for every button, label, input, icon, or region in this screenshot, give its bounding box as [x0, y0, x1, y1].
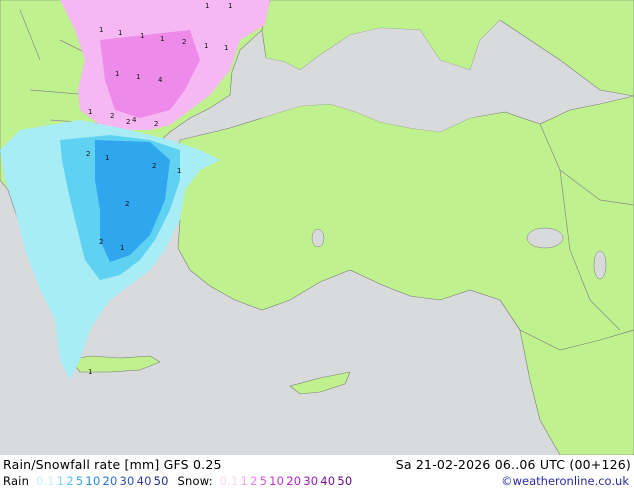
marker: 2 — [126, 118, 130, 126]
marker: 1 — [120, 244, 124, 252]
marker: 1 — [204, 42, 208, 50]
marker: 2 — [154, 120, 158, 128]
marker: 1 — [136, 73, 140, 81]
lake-van — [526, 227, 564, 249]
marker: 1 — [88, 368, 92, 376]
marker: 2 — [110, 112, 114, 120]
rain-label: Rain — [3, 474, 30, 488]
snow-label: Snow: — [177, 474, 213, 488]
forecast-map[interactable]: 1 1 1 1 1 2 1 1 1 1 1 4 2 2 4 2 1 2 1 2 … — [0, 0, 634, 455]
snow-level-1: 1 — [240, 474, 249, 488]
lake-tuz — [311, 228, 325, 248]
snow-level-8: 50 — [337, 474, 353, 488]
snow-level-7: 40 — [320, 474, 336, 488]
marker: 2 — [152, 162, 156, 170]
rain-level-1: 1 — [56, 474, 65, 488]
snow-level-2: 2 — [250, 474, 258, 488]
marker: 1 — [115, 70, 119, 78]
rain-level-7: 40 — [136, 474, 152, 488]
marker: 1 — [224, 44, 228, 52]
snow-level-4: 10 — [269, 474, 285, 488]
marker: 1 — [105, 154, 109, 162]
marker: 2 — [182, 38, 186, 46]
marker: 2 — [86, 150, 90, 158]
marker: 4 — [158, 76, 163, 84]
marker: 1 — [88, 108, 92, 116]
rain-level-4: 10 — [85, 474, 101, 488]
snow-level-5: 20 — [286, 474, 302, 488]
rain-level-6: 30 — [119, 474, 135, 488]
lake-urmia — [593, 250, 607, 280]
forecast-datetime: Sa 21-02-2026 06..06 UTC (00+126) — [395, 457, 631, 472]
marker: 2 — [125, 200, 129, 208]
land-cyprus — [289, 371, 351, 395]
marker: 1 — [228, 2, 232, 10]
snow-level-0: 0.1 — [219, 474, 239, 488]
marker: 1 — [118, 29, 122, 37]
map-canvas: 1 1 1 1 1 2 1 1 1 1 1 4 2 2 4 2 1 2 1 2 … — [0, 0, 634, 455]
rain-level-5: 20 — [102, 474, 118, 488]
marker: 1 — [177, 167, 181, 175]
rain-levels: 0.1 1 2 5 10 20 30 40 50 — [36, 474, 171, 488]
marker: 1 — [205, 2, 209, 10]
rain-level-8: 50 — [153, 474, 169, 488]
snow-level-3: 5 — [259, 474, 268, 488]
marker: 2 — [99, 238, 103, 246]
marker: 1 — [140, 32, 144, 40]
land-crete — [69, 355, 161, 373]
land-levant — [519, 329, 634, 455]
snow-level-6: 30 — [303, 474, 319, 488]
map-title: Rain/Snowfall rate [mm] GFS 0.25 — [3, 457, 222, 472]
rain-level-2: 2 — [66, 474, 74, 488]
rain-level-3: 5 — [75, 474, 84, 488]
snow-levels: 0.1 1 2 5 10 20 30 40 50 — [220, 474, 355, 488]
marker: 1 — [99, 26, 103, 34]
marker: 4 — [132, 116, 137, 124]
legend: Rain 0.1 1 2 5 10 20 30 40 50 Snow: 0.1 1 2 5 10 20 30… — [3, 474, 357, 488]
rain-level-0: 0.1 — [35, 474, 55, 488]
copyright-link[interactable]: ©weatheronline.co.uk — [501, 474, 629, 488]
marker: 1 — [160, 35, 164, 43]
